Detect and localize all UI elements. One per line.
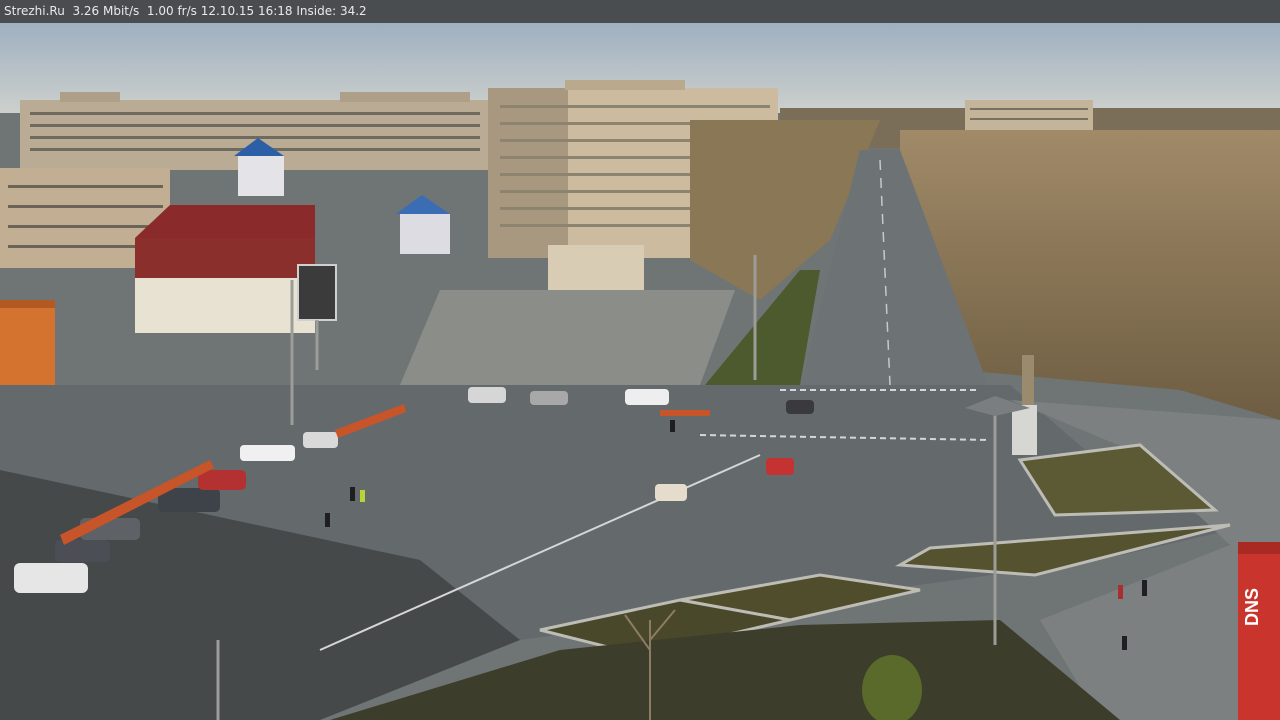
blue-roof-kiosk	[396, 195, 450, 254]
webcam-street-scene: DNS	[0, 23, 1280, 720]
dns-store-sign: DNS	[1242, 588, 1262, 626]
red-roof-building	[135, 205, 315, 333]
billboard	[297, 264, 337, 370]
camera-overlay-text: Strezhi.Ru 3.26 Mbit/s 1.00 fr/s 12.10.1…	[4, 4, 367, 18]
upper-plaza	[400, 290, 735, 385]
camera-overlay-bar: Strezhi.Ru 3.26 Mbit/s 1.00 fr/s 12.10.1…	[0, 0, 1280, 23]
dns-store-facade	[1238, 542, 1280, 720]
